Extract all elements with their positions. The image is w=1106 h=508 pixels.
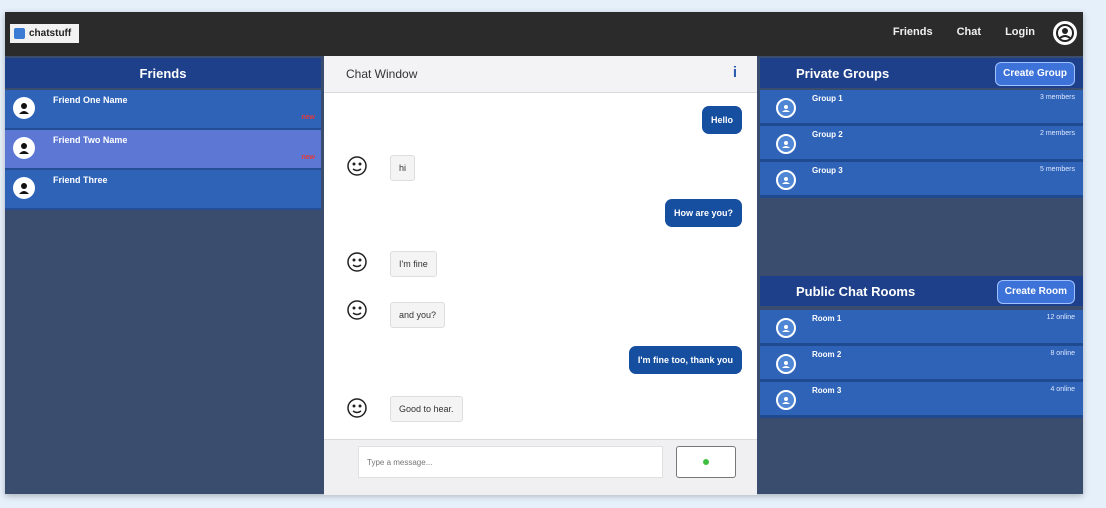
groups-panel: Private Groups Create Group Group 1 3 me… xyxy=(760,56,1083,494)
private-groups-title: Private Groups xyxy=(796,65,890,81)
create-room-button[interactable]: Create Room xyxy=(996,280,1075,304)
chat-footer xyxy=(324,439,757,495)
top-nav: Friends Chat Login xyxy=(893,26,1035,38)
nav-friends[interactable]: Friends xyxy=(893,26,933,38)
group-item[interactable]: Group 1 3 members xyxy=(760,90,1083,126)
public-rooms-header: Public Chat Rooms Create Room xyxy=(760,276,1083,306)
sender-avatar-icon xyxy=(346,251,368,273)
message-incoming: Good to hear. xyxy=(390,396,463,422)
message-outgoing: I'm fine too, thank you xyxy=(628,346,742,374)
group-name: Group 1 xyxy=(812,94,843,103)
group-item[interactable]: Group 2 2 members xyxy=(760,126,1083,162)
friends-panel: Friends Friend One Name new Friend Two N… xyxy=(5,56,321,494)
send-icon xyxy=(703,459,709,465)
group-meta: 3 members xyxy=(1039,94,1075,101)
friend-item[interactable]: Friend One Name new xyxy=(5,90,321,130)
chat-header: Chat Window i xyxy=(324,56,757,93)
info-icon[interactable]: i xyxy=(733,64,737,81)
room-meta: 4 online xyxy=(1050,386,1075,393)
group-name: Group 2 xyxy=(812,130,843,139)
sender-avatar-icon xyxy=(346,397,368,419)
user-avatar-icon[interactable] xyxy=(1053,21,1077,45)
app-logo[interactable]: chatstuff xyxy=(10,24,80,43)
chat-title: Chat Window xyxy=(346,67,418,81)
room-meta: 8 online xyxy=(1050,350,1075,357)
room-item[interactable]: Room 3 4 online xyxy=(760,382,1083,418)
room-name: Room 3 xyxy=(812,386,842,395)
person-avatar-icon xyxy=(13,137,35,159)
friend-name: Friend Two Name xyxy=(53,135,128,145)
room-meta: 12 online xyxy=(1046,314,1075,321)
private-groups-header: Private Groups Create Group xyxy=(760,58,1083,88)
group-item[interactable]: Group 3 5 members xyxy=(760,162,1083,198)
room-icon xyxy=(776,354,796,374)
friends-header: Friends xyxy=(5,58,321,88)
room-icon xyxy=(776,318,796,338)
room-item[interactable]: Room 2 8 online xyxy=(760,346,1083,382)
create-group-button[interactable]: Create Group xyxy=(995,62,1075,86)
chat-window: Chat Window i Hello hi How are you? I'm … xyxy=(324,56,757,495)
top-bar: chatstuff Friends Chat Login xyxy=(5,12,1083,56)
nav-chat[interactable]: Chat xyxy=(957,26,981,38)
send-button[interactable] xyxy=(676,446,736,478)
public-rooms-title: Public Chat Rooms xyxy=(796,283,916,299)
logo-icon xyxy=(14,28,25,39)
sender-avatar-icon xyxy=(346,299,368,321)
room-item[interactable]: Room 1 12 online xyxy=(760,310,1083,346)
message-incoming: and you? xyxy=(390,302,446,328)
friend-badge: new xyxy=(301,114,315,121)
message-incoming: I'm fine xyxy=(390,251,437,277)
message-input[interactable] xyxy=(358,446,663,478)
message-outgoing: Hello xyxy=(701,106,742,134)
logo-text: chatstuff xyxy=(29,28,72,39)
group-meta: 2 members xyxy=(1039,130,1075,137)
group-meta: 5 members xyxy=(1039,166,1075,173)
group-icon xyxy=(776,134,796,154)
friend-item-active[interactable]: Friend Two Name new xyxy=(5,130,321,170)
room-name: Room 2 xyxy=(812,350,842,359)
group-icon xyxy=(776,98,796,118)
group-icon xyxy=(776,170,796,190)
message-incoming: hi xyxy=(390,155,416,181)
friend-item[interactable]: Friend Three xyxy=(5,170,321,210)
sender-avatar-icon xyxy=(346,155,368,177)
person-avatar-icon xyxy=(13,97,35,119)
room-name: Room 1 xyxy=(812,314,842,323)
nav-login[interactable]: Login xyxy=(1005,26,1035,38)
friend-name: Friend Three xyxy=(53,175,108,185)
message-outgoing: How are you? xyxy=(664,199,742,227)
chat-app: chatstuff Friends Chat Login Friends Fri… xyxy=(5,12,1083,495)
group-name: Group 3 xyxy=(812,166,843,175)
room-icon xyxy=(776,390,796,410)
friend-badge: new xyxy=(301,154,315,161)
person-avatar-icon xyxy=(13,177,35,199)
friend-name: Friend One Name xyxy=(53,95,128,105)
